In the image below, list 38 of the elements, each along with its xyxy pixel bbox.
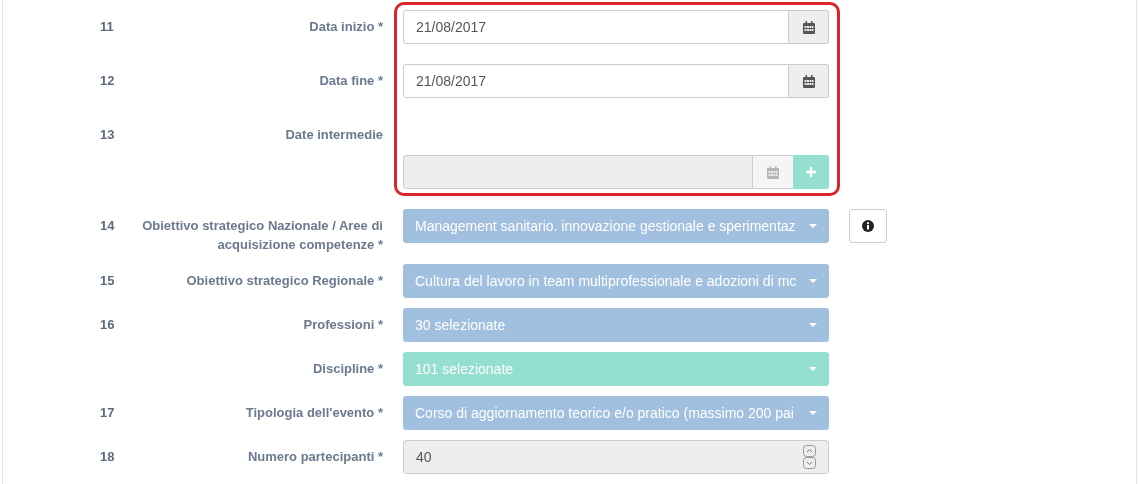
calendar-icon — [802, 74, 815, 88]
info-button[interactable] — [849, 209, 887, 243]
spinner-icon — [803, 445, 816, 469]
caret-icon — [809, 323, 817, 327]
row-number: 11 — [100, 18, 114, 36]
info-icon — [862, 220, 874, 232]
field-label: Data fine * — [319, 72, 383, 90]
row-number: 18 — [100, 448, 115, 466]
row-number: 13 — [100, 126, 115, 144]
row-number: 15 — [100, 272, 115, 290]
date-field[interactable]: 21/08/2017 — [403, 10, 789, 44]
caret-icon — [809, 279, 817, 283]
calendar-icon — [767, 165, 779, 179]
row-number: 17 — [100, 404, 115, 422]
field-label: Obiettivo strategico Regionale * — [186, 272, 383, 290]
dropdown-select[interactable]: 101 selezionate — [403, 352, 829, 386]
field-label: Discipline * — [312, 360, 383, 378]
plus-icon — [806, 167, 816, 177]
calendar-button[interactable] — [789, 10, 829, 44]
field-label: Professioni * — [303, 316, 383, 334]
calendar-icon — [802, 20, 815, 34]
field-label: Date intermedie — [285, 126, 383, 144]
date-field[interactable]: 21/08/2017 — [403, 64, 789, 98]
row-number: 14 — [100, 217, 115, 235]
row-number: 16 — [100, 316, 115, 334]
field-label: Numero partecipanti * — [247, 448, 383, 466]
calendar-button[interactable] — [789, 64, 829, 98]
dropdown-select[interactable]: 30 selezionate — [403, 308, 829, 342]
caret-icon — [809, 224, 817, 228]
dropdown-select[interactable]: Cultura del lavoro in team multiprofessionale e adozioni di mc — [403, 264, 829, 298]
field-label: Data inizio * — [309, 18, 383, 36]
caret-icon — [809, 367, 817, 371]
dropdown-select[interactable]: Management sanitario. innovazione gestionale e sperimentaz — [403, 209, 829, 243]
row-number: 12 — [100, 72, 115, 90]
field-label: Tipologia dell'evento * — [245, 404, 383, 422]
caret-icon — [809, 411, 817, 415]
dropdown-select[interactable]: Corso di aggiornamento teorico e/o pratico (massimo 200 pai — [403, 396, 829, 430]
field-label: Obiettivo strategico Nazionale / Aree di acquisizione competenze * — [141, 217, 383, 254]
